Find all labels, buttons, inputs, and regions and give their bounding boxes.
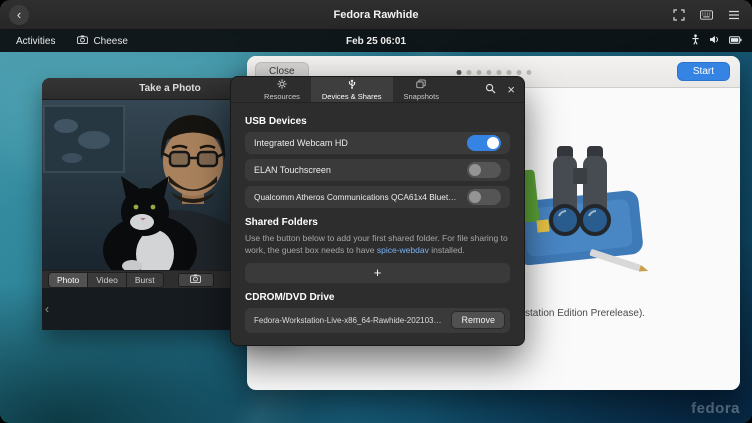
carousel-dot <box>456 70 461 75</box>
usb-icon <box>347 79 357 91</box>
tab-label: Snapshots <box>404 92 439 101</box>
shared-folders-title: Shared Folders <box>245 217 510 228</box>
tab-snapshots[interactable]: Snapshots <box>393 77 450 102</box>
usb-toggle[interactable] <box>467 189 501 205</box>
menu-icon[interactable] <box>728 10 740 20</box>
usb-device-name: Qualcomm Atheros Communications QCA61x4 … <box>254 192 459 202</box>
search-icon[interactable] <box>485 83 496 94</box>
carousel-dot <box>506 70 511 75</box>
tab-devices-shares[interactable]: Devices & Shares <box>311 77 393 102</box>
add-shared-folder-button[interactable]: + <box>245 263 510 283</box>
usb-device-row: Qualcomm Atheros Communications QCA61x4 … <box>245 186 510 208</box>
start-button[interactable]: Start <box>677 62 730 81</box>
usb-toggle[interactable] <box>467 162 501 178</box>
help-text: installed. <box>431 245 465 255</box>
vm-display: Activities Cheese Feb 25 06:01 <box>0 30 752 423</box>
take-photo-button[interactable] <box>178 273 214 287</box>
tab-label: Devices & Shares <box>322 92 382 101</box>
fedora-watermark: fedora <box>691 400 740 417</box>
properties-dialog: Resources Devices & Shares Snapshots <box>230 76 525 346</box>
gallery-scroll-left[interactable]: ‹ <box>45 302 49 316</box>
app-menu-label: Cheese <box>93 36 127 47</box>
carousel-dot <box>526 70 531 75</box>
webcam-icon <box>77 35 88 47</box>
close-icon[interactable]: × <box>507 81 515 99</box>
plus-icon: + <box>374 265 382 280</box>
cdrom-row: Fedora-Workstation-Live-x86_64-Rawhide-2… <box>245 308 510 333</box>
window-title: Fedora Rawhide <box>0 9 752 21</box>
usb-device-row: ELAN Touchscreen <box>245 159 510 181</box>
spice-webdav-link[interactable]: spice-webdav <box>377 245 429 255</box>
battery-icon <box>729 36 742 47</box>
accessibility-icon <box>691 34 700 48</box>
back-button[interactable]: ‹ <box>9 5 29 25</box>
fullscreen-icon[interactable] <box>673 9 685 21</box>
activities-button[interactable]: Activities <box>12 34 59 49</box>
cdrom-section-title: CDROM/DVD Drive <box>245 292 510 303</box>
cheese-title: Take a Photo <box>139 83 201 94</box>
back-icon: ‹ <box>17 8 21 21</box>
edition-caption: station Edition Prerelease). <box>525 308 645 319</box>
toggle-knob <box>487 137 499 149</box>
usb-toggle[interactable] <box>467 135 501 151</box>
carousel-dot <box>476 70 481 75</box>
iso-filename: Fedora-Workstation-Live-x86_64-Rawhide-2… <box>254 316 443 325</box>
tab-burst[interactable]: Burst <box>126 272 164 288</box>
usb-device-name: Integrated Webcam HD <box>254 138 348 148</box>
gear-icon <box>277 79 287 91</box>
app-menu[interactable]: Cheese <box>77 35 127 47</box>
gnome-top-bar: Activities Cheese Feb 25 06:01 <box>0 30 752 52</box>
snapshots-icon <box>416 79 426 91</box>
carousel-dot <box>496 70 501 75</box>
camera-icon <box>190 274 201 285</box>
shared-folders-help: Use the button below to add your first s… <box>245 233 510 257</box>
remove-button[interactable]: Remove <box>451 311 505 329</box>
carousel-dots <box>456 70 531 75</box>
boxes-vm-window: ‹ Fedora Rawhide Activities Cheese <box>0 0 752 423</box>
status-area[interactable] <box>691 34 742 48</box>
carousel-dot <box>466 70 471 75</box>
usb-device-name: ELAN Touchscreen <box>254 165 331 175</box>
carousel-dot <box>486 70 491 75</box>
volume-icon <box>709 35 720 47</box>
tab-label: Resources <box>264 92 300 101</box>
usb-section-title: USB Devices <box>245 116 510 127</box>
toggle-knob <box>469 191 481 203</box>
properties-tabs: Resources Devices & Shares Snapshots <box>231 77 524 103</box>
tab-video[interactable]: Video <box>87 272 126 288</box>
clock[interactable]: Feb 25 06:01 <box>346 36 406 47</box>
titlebar-actions <box>673 0 740 30</box>
titlebar: ‹ Fedora Rawhide <box>0 0 752 30</box>
usb-device-row: Integrated Webcam HD <box>245 132 510 154</box>
tab-resources[interactable]: Resources <box>253 77 311 102</box>
tab-photo[interactable]: Photo <box>48 272 87 288</box>
properties-body: USB Devices Integrated Webcam HD ELAN To… <box>231 103 524 333</box>
toggle-knob <box>469 164 481 176</box>
carousel-dot <box>516 70 521 75</box>
keyboard-icon[interactable] <box>700 10 713 20</box>
